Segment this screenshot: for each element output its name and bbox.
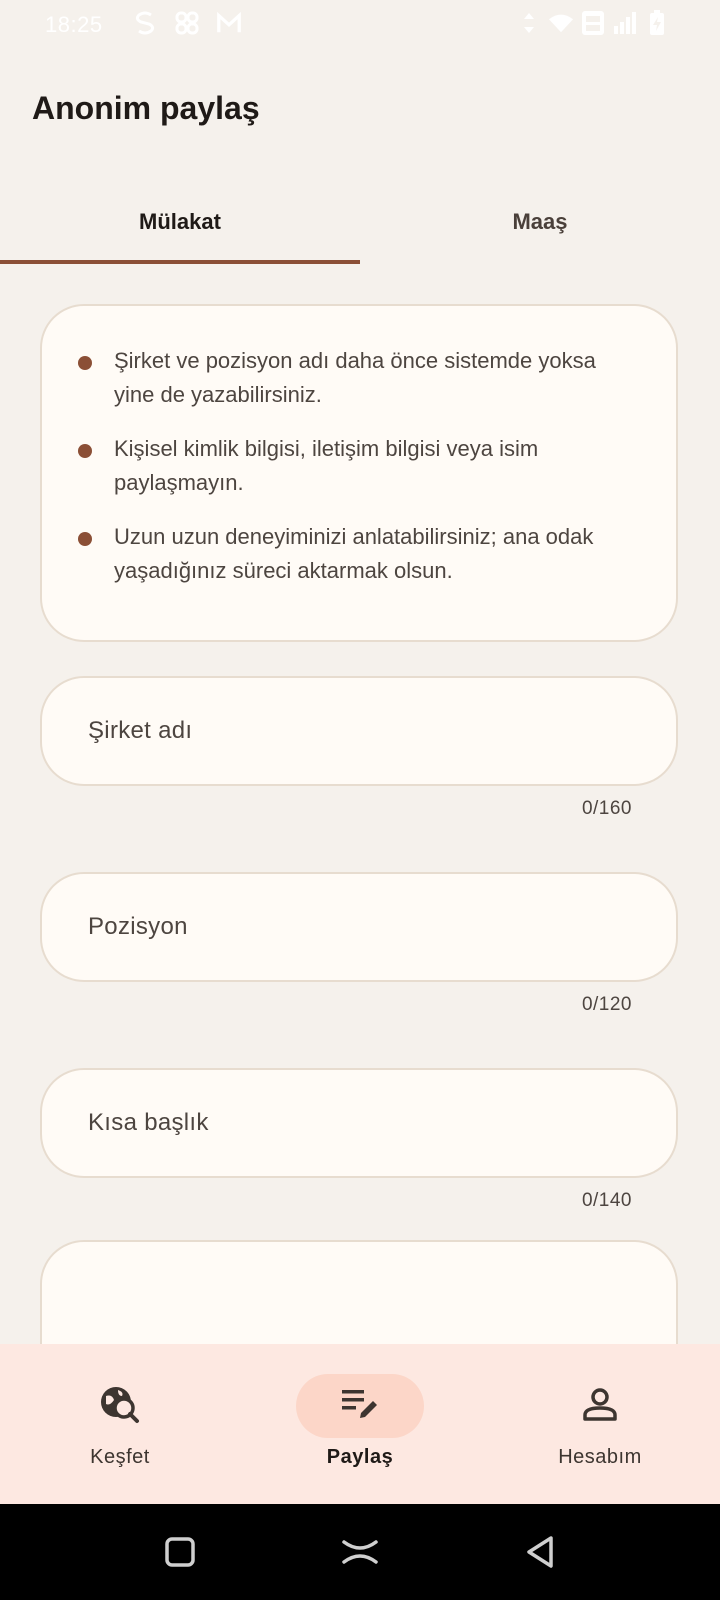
notification-icons <box>132 10 242 36</box>
nav-pill <box>56 1374 184 1438</box>
bullet-dot <box>78 444 92 458</box>
status-bar: 18:25 <box>0 0 720 50</box>
nav-label-account: Hesabım <box>558 1446 642 1468</box>
explore-search-icon <box>98 1384 142 1429</box>
battery-charging-icon <box>644 10 670 36</box>
tab-salary[interactable]: Maaş <box>360 180 720 264</box>
data-arrows-icon <box>516 10 542 36</box>
nav-item-explore[interactable]: Keşfet <box>0 1344 240 1504</box>
system-status-icons <box>516 10 670 36</box>
nav-item-share[interactable]: Paylaş <box>240 1344 480 1504</box>
info-bullet: Kişisel kimlik bilgisi, iletişim bilgisi… <box>78 432 614 500</box>
nav-label-share: Paylaş <box>326 1446 394 1468</box>
bullet-dot <box>78 532 92 546</box>
nav-item-account[interactable]: Hesabım <box>480 1344 720 1504</box>
gmail-icon <box>216 10 242 36</box>
bottom-navigation: Keşfet Paylaş Hesabım <box>0 1344 720 1504</box>
tab-indicator <box>0 260 360 264</box>
position-counter: 0/120 <box>581 994 632 1015</box>
company-name-counter: 0/160 <box>581 798 632 819</box>
status-time: 18:25 <box>45 12 103 37</box>
info-bullet: Şirket ve pozisyon adı daha önce sistemd… <box>78 344 614 412</box>
position-label: Pozisyon <box>88 913 188 940</box>
short-title-label: Kısa başlık <box>88 1109 209 1136</box>
tab-interview[interactable]: Mülakat <box>0 180 360 264</box>
info-bullet-text: Uzun uzun deneyiminizi anlatabilirsiniz;… <box>114 524 594 583</box>
recent-apps-button[interactable] <box>160 1532 200 1572</box>
info-bullet: Uzun uzun deneyiminizi anlatabilirsiniz;… <box>78 520 614 588</box>
info-bullet-text: Kişisel kimlik bilgisi, iletişim bilgisi… <box>114 436 539 495</box>
nav-pill-active <box>296 1374 424 1438</box>
home-button[interactable] <box>340 1532 380 1572</box>
company-name-input[interactable]: Şirket adı <box>40 676 678 786</box>
back-button[interactable] <box>520 1532 560 1572</box>
tab-bar: Mülakat Maaş <box>0 180 720 264</box>
info-card: Şirket ve pozisyon adı daha önce sistemd… <box>40 304 678 642</box>
tab-interview-label: Mülakat <box>139 209 221 234</box>
nav-label-explore: Keşfet <box>90 1446 150 1468</box>
bullet-dot <box>78 356 92 370</box>
tab-salary-label: Maaş <box>512 209 568 234</box>
volte-icon <box>580 10 606 36</box>
info-bullet-text: Şirket ve pozisyon adı daha önce sistemd… <box>114 348 596 407</box>
company-name-label: Şirket adı <box>88 717 193 744</box>
page-title: Anonim paylaş <box>32 90 260 126</box>
system-navigation-bar <box>0 1504 720 1600</box>
position-input[interactable]: Pozisyon <box>40 872 678 982</box>
signal-icon <box>612 10 638 36</box>
short-title-counter: 0/140 <box>581 1190 632 1211</box>
short-title-input[interactable]: Kısa başlık <box>40 1068 678 1178</box>
wifi-icon <box>548 10 574 36</box>
person-icon <box>580 1384 620 1429</box>
s-app-icon <box>132 10 158 36</box>
edit-note-icon <box>340 1386 380 1427</box>
nav-pill <box>536 1374 664 1438</box>
slack-icon <box>174 10 200 36</box>
